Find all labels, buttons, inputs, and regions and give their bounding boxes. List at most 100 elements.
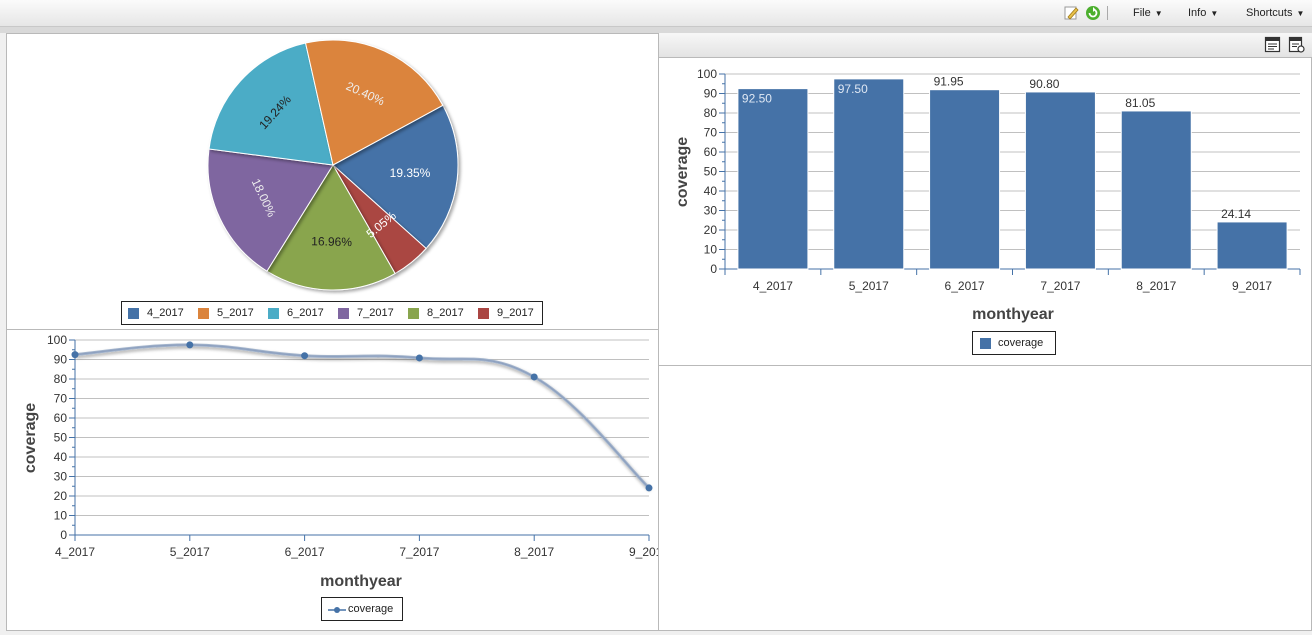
line-point-9_2017[interactable] bbox=[645, 484, 653, 492]
file-menu-label: File bbox=[1133, 7, 1151, 19]
bar-4_2017[interactable] bbox=[737, 88, 809, 270]
bar-x-tick-label: 5_2017 bbox=[849, 279, 889, 293]
shortcuts-menu[interactable]: Shortcuts ▼ bbox=[1246, 7, 1304, 19]
bar-value-label-6_2017: 91.95 bbox=[934, 75, 964, 89]
bar-x-tick-label: 9_2017 bbox=[1232, 279, 1272, 293]
line-y-tick-label: 20 bbox=[54, 489, 68, 503]
line-series-path-coverage bbox=[74, 343, 651, 489]
bar-chart: 0 10 20 30 40 50 60 70 80 90 100 4_2017 5_2017 6_2017… bbox=[674, 67, 1301, 323]
shortcuts-menu-label: Shortcuts bbox=[1246, 7, 1293, 19]
line-y-tick-label: 40 bbox=[54, 450, 68, 464]
bar-y-tick-label: 100 bbox=[697, 67, 717, 81]
pie-chart: 19.35%5.05%16.96%18.00%19.24% 20.40% bbox=[207, 39, 459, 291]
bar-legend-label: coverage bbox=[998, 337, 1044, 349]
bar-x-tick-label: 4_2017 bbox=[753, 279, 793, 293]
line-x-tick-label: 8_2017 bbox=[514, 545, 554, 559]
bar-x-tick-label: 6_2017 bbox=[945, 279, 985, 293]
file-menu[interactable]: File ▼ bbox=[1133, 7, 1163, 19]
pie-legend-swatch-5_2017 bbox=[198, 308, 209, 319]
bar-7_2017[interactable] bbox=[1024, 91, 1096, 270]
line-y-axis-title: coverage bbox=[22, 403, 39, 473]
pie-legend-label-7_2017[interactable]: 7_2017 bbox=[357, 307, 394, 319]
line-point-8_2017[interactable] bbox=[530, 373, 538, 381]
line-legend-label: coverage bbox=[348, 603, 394, 615]
pie-legend: 4_2017 5_2017 6_2017 7_2017 8_2017 9_2017 bbox=[121, 301, 543, 325]
bar-y-tick-label: 60 bbox=[704, 145, 718, 159]
line-point-7_2017[interactable] bbox=[415, 354, 423, 362]
line-x-tick-label: 9_2017 bbox=[629, 545, 658, 559]
bar-value-label-8_2017: 81.05 bbox=[1125, 96, 1155, 110]
line-chart: 0 10 20 30 40 50 60 70 80 90 100 4_2017 5_2017 6_2017… bbox=[22, 333, 669, 590]
pie-slices bbox=[207, 39, 459, 291]
bar-x-tick-label: 8_2017 bbox=[1136, 279, 1176, 293]
pie-label-4_2017: 19.35% bbox=[390, 166, 431, 180]
bar-y-tick-label: 80 bbox=[704, 106, 718, 120]
line-x-tick-label: 5_2017 bbox=[170, 545, 210, 559]
line-y-tick-label: 10 bbox=[54, 509, 68, 523]
pie-legend-swatch-7_2017 bbox=[338, 308, 349, 319]
info-menu[interactable]: Info ▼ bbox=[1188, 7, 1218, 19]
line-chart-panel: 0 10 20 30 40 50 60 70 80 90 100 4_2017 5_2017 6_2017… bbox=[6, 329, 669, 631]
pie-legend-label-8_2017[interactable]: 8_2017 bbox=[427, 307, 464, 319]
edit-icon[interactable] bbox=[1063, 5, 1079, 21]
line-point-4_2017[interactable] bbox=[71, 351, 79, 359]
bar-x-axis-title: monthyear bbox=[972, 306, 1054, 323]
line-x-axis-title: monthyear bbox=[320, 573, 402, 590]
bar-y-tick-label: 40 bbox=[704, 184, 718, 198]
bar-y-tick-label: 50 bbox=[704, 165, 718, 179]
line-y-tick-label: 50 bbox=[54, 431, 68, 445]
line-y-tick-label: 60 bbox=[54, 411, 68, 425]
line-point-5_2017[interactable] bbox=[186, 341, 194, 349]
line-point-6_2017[interactable] bbox=[301, 352, 309, 360]
line-legend-marker bbox=[328, 607, 346, 613]
line-y-tick-label: 0 bbox=[60, 528, 67, 542]
pie-legend-swatch-8_2017 bbox=[408, 308, 419, 319]
bar-value-label-4_2017: 92.50 bbox=[742, 92, 772, 106]
bar-y-tick-label: 90 bbox=[704, 87, 718, 101]
bar-y-tick-label: 10 bbox=[704, 243, 718, 257]
pie-legend-swatch-4_2017 bbox=[128, 308, 139, 319]
bar-chart-panel: 0 10 20 30 40 50 60 70 80 90 100 4_2017 5_2017 6_2017… bbox=[658, 57, 1312, 366]
toolbar-separator bbox=[1107, 6, 1108, 20]
bar-5_2017[interactable] bbox=[833, 78, 905, 270]
pie-chart-panel: 19.35% 5.05% 16.96% 18.00% 19.24% 20.40% 4_20… bbox=[6, 33, 659, 330]
bar-y-tick-label: 70 bbox=[704, 126, 718, 140]
bar-y-tick-label: 0 bbox=[710, 262, 717, 276]
info-menu-label: Info bbox=[1188, 7, 1207, 19]
bar-value-label-5_2017: 97.50 bbox=[838, 82, 868, 96]
empty-panel bbox=[658, 365, 1312, 631]
bar-value-label-7_2017: 90.80 bbox=[1029, 77, 1059, 91]
bar-y-axis-title: coverage bbox=[674, 137, 691, 207]
bar-y-tick-label: 20 bbox=[704, 223, 718, 237]
refresh-icon[interactable] bbox=[1085, 5, 1101, 21]
bar-x-tick-label: 7_2017 bbox=[1040, 279, 1080, 293]
bar-8_2017[interactable] bbox=[1120, 110, 1192, 270]
line-y-tick-label: 90 bbox=[54, 353, 68, 367]
pie-legend-swatch-9_2017 bbox=[478, 308, 489, 319]
chevron-down-icon: ▼ bbox=[1154, 9, 1163, 18]
line-x-tick-label: 6_2017 bbox=[285, 545, 325, 559]
right-panel-toolbar bbox=[658, 33, 1312, 58]
line-series bbox=[71, 341, 653, 492]
bar-legend: coverage bbox=[972, 331, 1056, 355]
chevron-down-icon: ▼ bbox=[1296, 9, 1305, 18]
export-data-icon[interactable] bbox=[1264, 36, 1281, 53]
line-gridlines bbox=[75, 339, 649, 516]
bar-value-label-9_2017: 24.14 bbox=[1221, 207, 1251, 221]
pie-legend-label-9_2017[interactable]: 9_2017 bbox=[497, 307, 534, 319]
bar-gridlines bbox=[725, 73, 1300, 250]
line-legend: coverage bbox=[321, 597, 403, 621]
chart-settings-icon[interactable] bbox=[1288, 36, 1305, 53]
pie-legend-label-4_2017[interactable]: 4_2017 bbox=[147, 307, 184, 319]
bar-y-tick-label: 30 bbox=[704, 204, 718, 218]
line-series-path-coverage-core bbox=[74, 344, 650, 489]
pie-legend-swatch-6_2017 bbox=[268, 308, 279, 319]
bar-9_2017[interactable] bbox=[1216, 221, 1288, 270]
line-x-tick-label: 4_2017 bbox=[55, 545, 95, 559]
pie-legend-label-5_2017[interactable]: 5_2017 bbox=[217, 307, 254, 319]
pie-legend-label-6_2017[interactable]: 6_2017 bbox=[287, 307, 324, 319]
pie-label-8_2017: 16.96% bbox=[311, 234, 352, 249]
bar-6_2017[interactable] bbox=[929, 89, 1001, 270]
top-toolbar: File ▼ Info ▼ Shortcuts ▼ bbox=[0, 0, 1312, 27]
line-x-tick-label: 7_2017 bbox=[399, 545, 439, 559]
